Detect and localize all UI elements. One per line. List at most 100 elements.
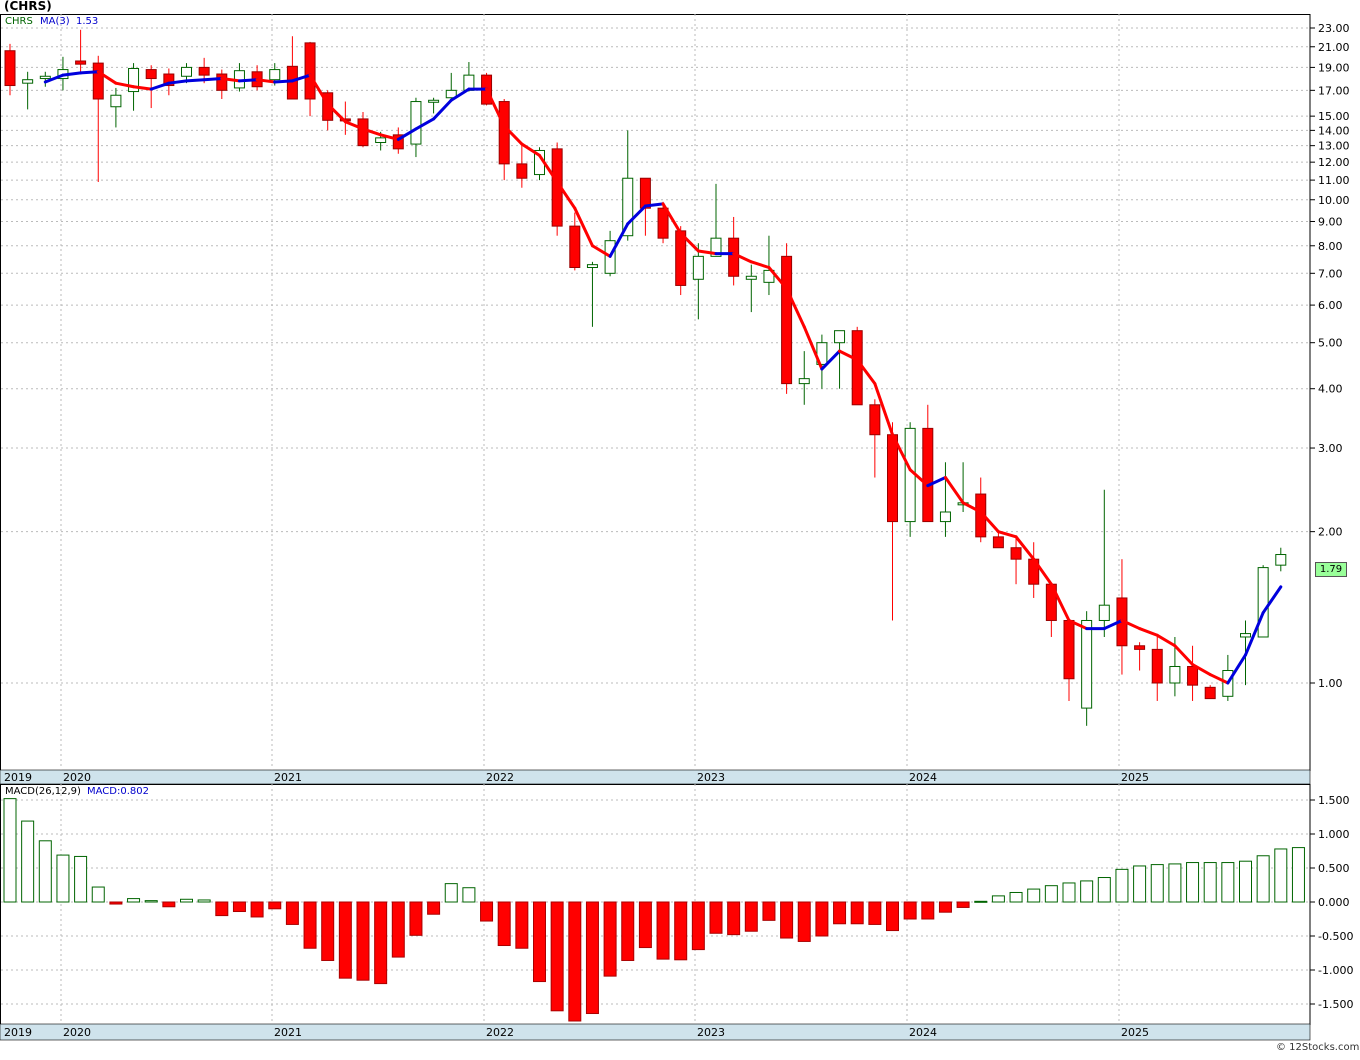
macd-bar <box>1027 888 1041 903</box>
candle-body <box>181 66 192 77</box>
macd-tick-label: -1.500 <box>1318 998 1353 1011</box>
candle-body <box>1169 665 1181 684</box>
macd-bar <box>1080 880 1094 903</box>
candle-body <box>657 207 669 239</box>
candle-body <box>1134 645 1146 650</box>
macd-bar <box>1115 868 1129 903</box>
price-x-axis-bar <box>0 769 1311 785</box>
macd-tick-label: -0.500 <box>1318 930 1353 943</box>
chart-root: 23.00 21.00 19.00 17.00 15.00 14.00 13.00 12.00… <box>0 0 1360 1056</box>
macd-bar <box>250 901 264 918</box>
candle-body <box>622 177 634 237</box>
macd-bar <box>1291 847 1305 903</box>
macd-bar <box>903 901 917 920</box>
macd-bar <box>38 840 52 903</box>
macd-bar <box>638 901 652 949</box>
macd-bar <box>1009 891 1023 903</box>
candle-body <box>410 101 422 145</box>
price-tick-label: 5.00 <box>1318 337 1343 350</box>
candle-body <box>745 275 757 280</box>
macd-x-tick-label: 2022 <box>486 1026 514 1039</box>
macd-bar <box>868 901 882 925</box>
price-tick-label: 11.00 <box>1318 174 1350 187</box>
macd-bar <box>815 901 829 937</box>
last-price-tag: 1.79 <box>1315 562 1347 577</box>
macd-bar <box>338 901 352 979</box>
macd-bar <box>1221 862 1235 903</box>
ma-line-segment <box>273 79 294 84</box>
macd-bar <box>374 901 388 985</box>
macd-bar <box>1203 862 1217 903</box>
candle-body <box>1010 547 1022 560</box>
candle-body <box>216 73 228 91</box>
candle-body <box>4 50 16 87</box>
macd-bar <box>56 854 70 903</box>
candle-body <box>516 163 528 179</box>
price-legend-ma-label: MA(3) <box>40 16 70 27</box>
ma-line-segment <box>643 202 665 208</box>
price-tick-label: 23.00 <box>1318 22 1350 35</box>
price-x-tick-label: 2025 <box>1121 771 1149 784</box>
macd-x-tick-label: 2024 <box>909 1026 937 1039</box>
macd-bar <box>109 901 123 905</box>
price-tick-label: 8.00 <box>1318 240 1343 253</box>
footer-credit: © 12Stocks.com <box>1276 1042 1360 1053</box>
candle-body <box>1204 686 1216 700</box>
candle-body <box>1063 619 1075 680</box>
macd-bar <box>1062 882 1076 903</box>
macd-bar <box>409 901 423 936</box>
ma-line-segment <box>185 78 206 83</box>
candle-body <box>834 330 846 344</box>
chart-frame <box>0 14 1311 1041</box>
candle-body <box>75 60 87 65</box>
macd-bar <box>74 855 88 903</box>
macd-bar <box>780 901 794 939</box>
ma-line-segment <box>202 77 224 82</box>
macd-bar <box>321 901 335 961</box>
candle-body <box>569 225 581 268</box>
macd-bar <box>603 901 617 977</box>
macd-bar <box>533 901 546 983</box>
candle-body <box>692 255 704 280</box>
macd-bar <box>197 899 211 903</box>
macd-bar <box>1168 863 1182 903</box>
macd-legend-value: MACD:0.802 <box>87 786 149 797</box>
macd-bar <box>656 901 670 960</box>
candle-body <box>357 118 369 147</box>
macd-bar <box>886 901 899 932</box>
macd-bar <box>1239 860 1252 903</box>
candle-body <box>639 177 651 209</box>
price-tick-label: 4.00 <box>1318 383 1343 396</box>
macd-bar <box>127 898 141 903</box>
price-tick-label: 3.00 <box>1318 442 1343 455</box>
macd-bar <box>762 901 776 921</box>
macd-bar <box>21 820 35 903</box>
macd-bar <box>180 898 193 903</box>
macd-bar <box>480 901 494 922</box>
candle-body <box>851 330 863 406</box>
price-tick-label: 7.00 <box>1318 267 1343 280</box>
macd-bar <box>850 901 864 925</box>
price-legend-symbol: CHRS <box>5 16 33 27</box>
candle-body <box>992 536 1004 549</box>
candle-body <box>1081 619 1093 709</box>
macd-bar <box>1256 855 1270 903</box>
candle-body <box>375 137 387 144</box>
candle-body <box>92 62 104 100</box>
candle-body <box>728 237 740 277</box>
price-tick-label: 9.00 <box>1318 215 1343 228</box>
macd-bar <box>215 901 229 917</box>
macd-bar <box>144 900 158 903</box>
macd-tick-label: 0.500 <box>1318 862 1350 875</box>
macd-bar <box>1097 877 1111 903</box>
ma-line-segment <box>237 78 259 83</box>
macd-bar <box>938 901 952 913</box>
macd-panel-frame <box>0 784 1311 1025</box>
price-legend-ma-value: 1.53 <box>76 16 99 27</box>
macd-x-axis-bar <box>0 1023 1311 1041</box>
macd-bar <box>568 901 582 1022</box>
candle-body <box>1098 604 1110 621</box>
macd-bar <box>709 901 723 934</box>
price-x-tick-label: 2023 <box>697 771 725 784</box>
candle-body <box>428 99 440 103</box>
